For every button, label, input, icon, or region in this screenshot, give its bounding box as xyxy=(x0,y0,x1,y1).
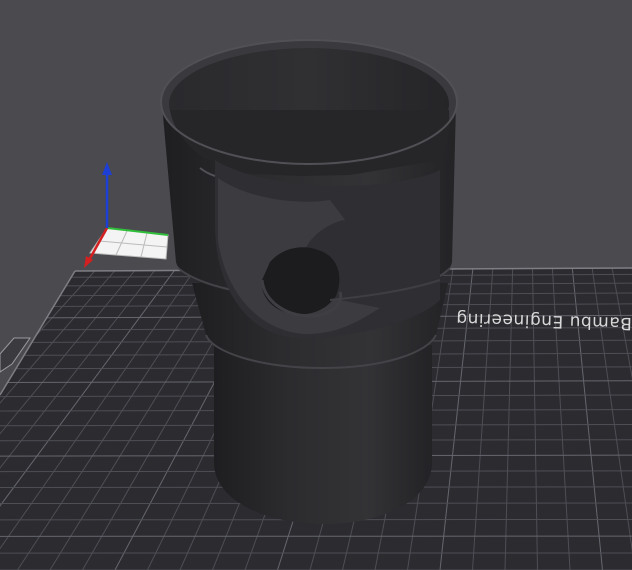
model-base xyxy=(214,345,432,524)
origin-marker xyxy=(89,227,169,260)
3d-viewport[interactable]: Bambu Engineering xyxy=(0,0,632,570)
scene-canvas[interactable]: Bambu Engineering xyxy=(0,0,632,570)
z-axis-arrow xyxy=(102,162,112,175)
